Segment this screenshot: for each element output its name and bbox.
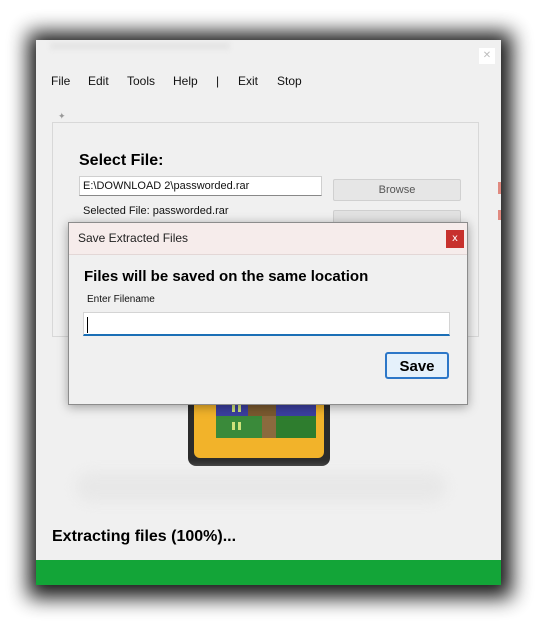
dialog-heading: Files will be saved on the same location [84, 268, 369, 285]
edge-marker [498, 182, 501, 194]
dialog-titlebar: Save Extracted Files x [69, 223, 467, 255]
save-dialog: Save Extracted Files x Files will be sav… [68, 222, 468, 405]
file-path-input[interactable]: E:\DOWNLOAD 2\passworded.rar [79, 176, 322, 196]
menu-help[interactable]: Help [173, 74, 198, 88]
browse-button[interactable]: Browse [333, 179, 461, 201]
window-title [50, 42, 230, 50]
progress-fill [36, 560, 501, 585]
dialog-title: Save Extracted Files [78, 231, 189, 245]
status-label: Extracting files (100%)... [52, 528, 237, 545]
menu-stop[interactable]: Stop [277, 74, 302, 88]
menu-tools[interactable]: Tools [127, 74, 155, 88]
filename-label: Enter Filename [87, 294, 155, 305]
select-file-title: Select File: [79, 152, 164, 169]
menu-bar: File Edit Tools Help | Exit Stop [36, 74, 501, 94]
close-icon[interactable]: ✕ [479, 48, 495, 64]
dialog-close-icon[interactable]: x [446, 230, 464, 248]
menu-edit[interactable]: Edit [88, 74, 109, 88]
edge-marker [498, 210, 501, 220]
blurred-footer [76, 472, 446, 502]
progress-bar [36, 560, 501, 585]
menu-exit[interactable]: Exit [238, 74, 258, 88]
sparkle-icon: ✦ [58, 112, 66, 122]
menu-separator: | [216, 74, 220, 88]
menu-file[interactable]: File [51, 74, 70, 88]
text-caret [87, 317, 88, 333]
filename-input[interactable] [83, 312, 450, 336]
selected-file-label: Selected File: passworded.rar [83, 205, 229, 217]
save-button[interactable]: Save [385, 352, 449, 379]
